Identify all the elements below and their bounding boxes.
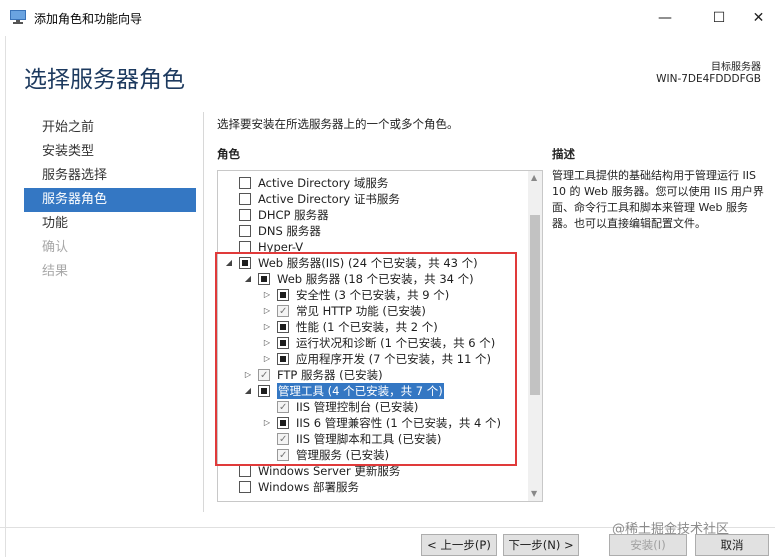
- role-label: Active Directory 域服务: [258, 176, 389, 190]
- description-header: 描述: [552, 147, 575, 161]
- nav-item-label: 服务器选择: [42, 168, 108, 183]
- description-text: 管理工具提供的基础结构用于管理运行 IIS 10 的 Web 服务器。您可以使用…: [552, 169, 764, 230]
- instruction-text: 选择要安装在所选服务器上的一个或多个角色。: [217, 117, 459, 131]
- nav-item-features[interactable]: 功能: [24, 212, 196, 236]
- scroll-down-icon[interactable]: ▼: [531, 489, 537, 498]
- tree-row[interactable]: Active Directory 证书服务: [218, 191, 528, 207]
- background-window-strip: [0, 36, 6, 557]
- title-bar[interactable]: 添加角色和功能向导 — ☐ ✕: [0, 0, 775, 36]
- nav-item-label: 服务器角色: [42, 192, 108, 207]
- role-label: DHCP 服务器: [258, 208, 329, 222]
- nav-item-label: 开始之前: [42, 120, 95, 135]
- role-label: Active Directory 证书服务: [258, 192, 400, 206]
- scroll-up-icon[interactable]: ▲: [531, 173, 537, 182]
- role-checkbox[interactable]: [239, 177, 251, 189]
- close-icon: ✕: [752, 10, 765, 26]
- nav-item-results: 结果: [24, 260, 196, 284]
- nav-item-label: 功能: [42, 216, 69, 231]
- tree-row[interactable]: Windows 部署服务: [218, 479, 528, 495]
- highlight-annotation-box: [215, 252, 517, 466]
- nav-item-server-roles[interactable]: 服务器角色: [24, 188, 196, 212]
- window-title: 添加角色和功能向导: [34, 12, 143, 26]
- nav-item-before-you-begin[interactable]: 开始之前: [24, 116, 196, 140]
- minimize-icon: —: [658, 10, 672, 26]
- nav-item-confirmation: 确认: [24, 236, 196, 260]
- nav-divider: [203, 112, 204, 512]
- target-server-name: WIN-7DE4FDDDFGB: [656, 73, 761, 85]
- role-checkbox[interactable]: [239, 209, 251, 221]
- roles-header: 角色: [217, 147, 240, 161]
- nav-item-label: 结果: [42, 264, 69, 279]
- role-checkbox[interactable]: [239, 193, 251, 205]
- role-label: DNS 服务器: [258, 224, 321, 238]
- nav-item-installation-type[interactable]: 安装类型: [24, 140, 196, 164]
- page-title: 选择服务器角色: [24, 67, 185, 93]
- tree-row[interactable]: DNS 服务器: [218, 223, 528, 239]
- tree-row[interactable]: DHCP 服务器: [218, 207, 528, 223]
- scroll-thumb[interactable]: [530, 215, 540, 395]
- close-button[interactable]: ✕: [742, 0, 775, 36]
- previous-button[interactable]: < 上一步(P): [421, 534, 497, 556]
- role-checkbox[interactable]: [239, 481, 251, 493]
- wizard-nav: 开始之前 安装类型 服务器选择 服务器角色 功能 确认 结果: [24, 116, 196, 284]
- install-button[interactable]: 安装(I): [609, 534, 687, 556]
- wizard-window: 添加角色和功能向导 — ☐ ✕ 选择服务器角色 目标服务器 WIN-7DE4FD…: [0, 0, 775, 557]
- role-checkbox[interactable]: [239, 465, 251, 477]
- nav-item-label: 确认: [42, 240, 69, 255]
- server-manager-icon: [10, 10, 26, 24]
- minimize-button[interactable]: —: [642, 0, 688, 36]
- role-label: Windows 部署服务: [258, 480, 359, 494]
- next-button[interactable]: 下一步(N) >: [503, 534, 579, 556]
- target-server-label: 目标服务器: [711, 62, 761, 73]
- tree-row[interactable]: Active Directory 域服务: [218, 175, 528, 191]
- maximize-button[interactable]: ☐: [696, 0, 742, 36]
- vertical-scrollbar[interactable]: ▲ ▼: [528, 171, 542, 501]
- nav-item-server-selection[interactable]: 服务器选择: [24, 164, 196, 188]
- role-checkbox[interactable]: [239, 225, 251, 237]
- maximize-icon: ☐: [712, 10, 726, 26]
- nav-item-label: 安装类型: [42, 144, 95, 159]
- cancel-button[interactable]: 取消: [695, 534, 769, 556]
